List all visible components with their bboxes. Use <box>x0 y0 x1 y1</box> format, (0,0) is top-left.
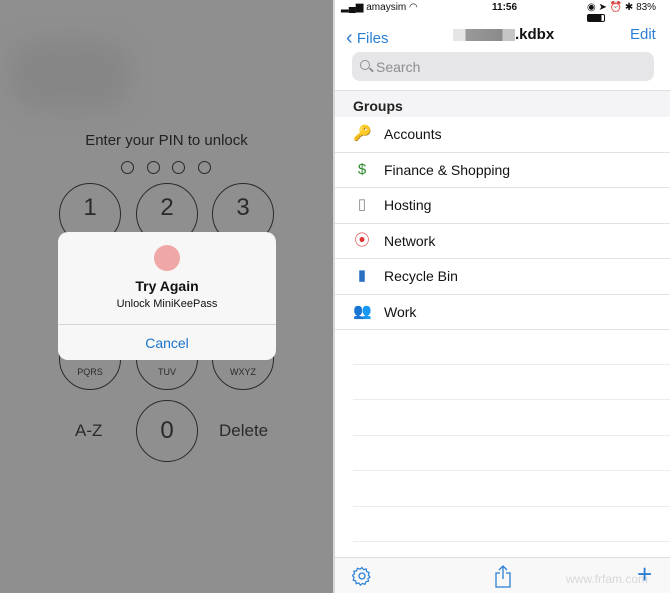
group-row-recycle-bin[interactable]: ▮ Recycle Bin <box>335 259 670 295</box>
people-icon: 👥 <box>353 302 372 320</box>
key-0[interactable]: 0 <box>136 400 198 462</box>
group-row-accounts[interactable]: 🔑 Accounts <box>335 117 670 153</box>
status-right: ◉ ➤ ⏰ ✱ 83% <box>587 2 670 24</box>
carrier-name: amaysim <box>366 2 407 13</box>
alert-divider <box>58 324 276 325</box>
wifi-icon: ◠ <box>409 2 418 13</box>
search-icon <box>360 60 370 70</box>
group-row-hosting[interactable]: ▯ Hosting <box>335 188 670 224</box>
share-icon[interactable] <box>494 564 512 588</box>
edit-button[interactable]: Edit <box>630 26 656 43</box>
back-button[interactable]: ‹ Files <box>346 26 389 49</box>
pin-dot <box>147 161 160 174</box>
group-label: Hosting <box>384 197 432 213</box>
empty-row-divider <box>353 506 670 507</box>
battery-percent: 83% <box>636 2 657 13</box>
empty-row-divider <box>353 364 670 365</box>
battery-icon <box>587 14 605 23</box>
touch-id-alert: Try Again Unlock MiniKeePass Cancel <box>58 232 276 360</box>
key-number: 0 <box>160 417 174 444</box>
antenna-icon: ⦿ <box>354 231 370 249</box>
empty-row-divider <box>353 470 670 471</box>
empty-row-divider <box>353 435 670 436</box>
back-label: Files <box>356 30 389 47</box>
title-suffix: .kdbx <box>515 26 555 43</box>
pin-dot <box>172 161 185 174</box>
delete-button[interactable]: Delete <box>219 421 268 441</box>
key-number: 2 <box>160 194 174 221</box>
dollar-icon: $ <box>357 160 367 178</box>
cancel-button[interactable]: Cancel <box>58 335 276 351</box>
group-row-finance-shopping[interactable]: $ Finance & Shopping <box>335 153 670 188</box>
pin-prompt: Enter your PIN to unlock <box>85 132 248 149</box>
nav-title: .kdbx <box>453 26 554 43</box>
search-placeholder: Search <box>376 59 421 75</box>
empty-row-divider <box>353 399 670 400</box>
az-button[interactable]: A-Z <box>75 421 102 441</box>
group-label: Finance & Shopping <box>384 161 511 178</box>
add-button[interactable]: + <box>637 560 652 588</box>
groups-screen: ▂▄▆ amaysim ◠ 11:56 ◉ ➤ ⏰ ✱ 83% ‹ Files … <box>335 0 670 593</box>
status-time: 11:56 <box>492 2 518 13</box>
key-number: 3 <box>236 194 250 221</box>
blurred-background <box>10 40 130 110</box>
alert-subtitle: Unlock MiniKeePass <box>116 298 218 310</box>
group-row-network[interactable]: ⦿ Network <box>335 224 670 259</box>
group-label: Network <box>384 232 436 249</box>
redacted-filename <box>453 29 515 42</box>
gear-icon[interactable] <box>352 566 372 586</box>
fingerprint-icon <box>154 245 180 271</box>
keys-icon: 🔑 <box>353 125 372 142</box>
group-label: Recycle Bin <box>384 268 458 284</box>
recycle-bin-icon: ▮ <box>357 267 367 284</box>
pin-dot <box>121 161 134 174</box>
group-label: Accounts <box>384 126 442 142</box>
key-letters: PQRS <box>77 367 103 377</box>
key-letters: TUV <box>158 367 176 377</box>
status-icons: ◉ ➤ ⏰ ✱ <box>587 2 637 13</box>
pin-dot <box>198 161 211 174</box>
alert-title: Try Again <box>135 278 199 294</box>
bottom-toolbar: www.frfam.com + <box>335 557 670 593</box>
key-number: 1 <box>83 194 97 221</box>
groups-header: Groups <box>335 90 670 117</box>
empty-row-divider <box>353 541 670 542</box>
watermark: www.frfam.com <box>565 572 648 586</box>
group-label: Work <box>384 303 417 320</box>
search-input[interactable]: Search <box>352 52 654 81</box>
status-carrier: ▂▄▆ amaysim ◠ <box>341 2 418 13</box>
chevron-left-icon: ‹ <box>346 27 353 49</box>
server-icon: ▯ <box>357 196 367 213</box>
pin-lock-screen: Enter your PIN to unlock 1 2 3 7PQRS 8TU… <box>0 0 333 593</box>
group-row-work[interactable]: 👥 Work <box>335 295 670 330</box>
key-letters: WXYZ <box>230 367 256 377</box>
